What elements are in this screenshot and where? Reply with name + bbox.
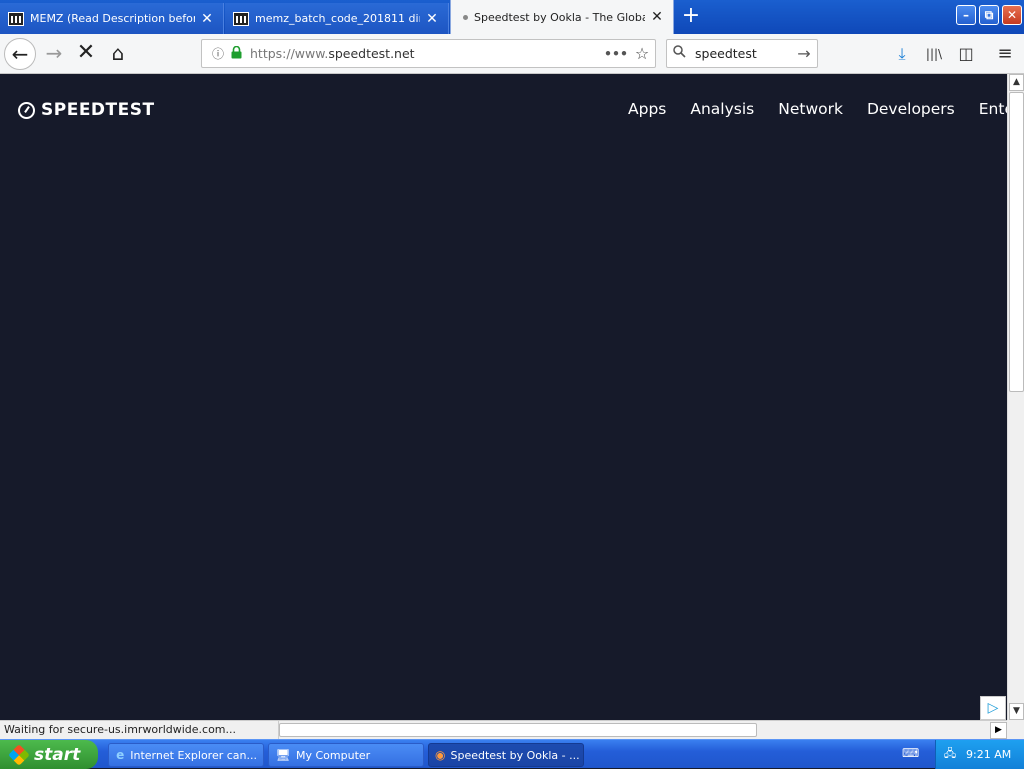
scroll-up-icon[interactable]: ▲ (1009, 74, 1024, 91)
tab-speedtest[interactable]: Speedtest by Ookla - The Global Br ✕ (450, 0, 674, 34)
tab-memz-description[interactable]: MEMZ (Read Description before d ✕ (0, 3, 224, 34)
close-tab-icon[interactable]: ✕ (649, 9, 665, 25)
sidebar-icon[interactable]: ◫ (952, 40, 980, 68)
browser-tab-strip: MEMZ (Read Description before d ✕ memz_b… (0, 0, 1024, 34)
logo-text: SPEEDTEST (41, 100, 155, 120)
search-icon (667, 45, 691, 62)
url-prefix: https://www. (250, 46, 329, 61)
minimize-button[interactable]: – (956, 5, 976, 25)
browser-navbar: ← → ✕ ⌂ ⓘ https://www.speedtest.net ••• … (0, 34, 1024, 74)
page-actions-icon[interactable]: ••• (603, 46, 629, 61)
stop-loading-button[interactable]: ✕ (70, 38, 102, 70)
nav-link-apps[interactable]: Apps (628, 100, 666, 118)
windows-taskbar: start e Internet Explorer can... 🖥 My Co… (0, 739, 1024, 769)
back-button[interactable]: ← (4, 38, 36, 70)
windows-logo-icon (8, 743, 30, 766)
url-domain: speedtest.net (328, 46, 415, 61)
nav-link-analysis[interactable]: Analysis (690, 100, 754, 118)
status-text: Waiting for secure-us.imrworldwide.com..… (0, 720, 279, 739)
tab-title: Speedtest by Ookla - The Global Br (474, 10, 645, 24)
lock-icon (228, 45, 244, 62)
clock[interactable]: 9:21 AM (966, 748, 1011, 761)
search-go-icon[interactable]: → (791, 44, 817, 63)
speedometer-icon (18, 101, 35, 119)
new-tab-button[interactable]: + (678, 4, 704, 30)
vertical-scrollbar[interactable]: ▲ ▼ (1007, 74, 1024, 720)
network-icon[interactable]: 🖧 (942, 745, 958, 764)
taskbar-button-my-computer[interactable]: 🖥 My Computer (268, 743, 424, 767)
nav-link-network[interactable]: Network (778, 100, 843, 118)
taskbar-button-speedtest[interactable]: ◉ Speedtest by Ookla - ... (428, 743, 584, 767)
close-tab-icon[interactable]: ✕ (424, 11, 440, 27)
h-scroll-thumb[interactable] (279, 723, 757, 737)
home-button[interactable]: ⌂ (102, 38, 134, 70)
library-icon (233, 11, 249, 26)
scroll-thumb[interactable] (1009, 92, 1024, 392)
page-content: SPEEDTEST Apps Analysis Network Develope… (0, 74, 1007, 720)
taskbar-button-label: Speedtest by Ookla - ... (450, 748, 580, 762)
search-icon-svg (672, 45, 686, 58)
close-window-button[interactable]: ✕ (1002, 5, 1022, 25)
taskbar-button-label: My Computer (296, 748, 371, 762)
horizontal-scrollbar[interactable]: ▶ (279, 720, 1007, 739)
url-bar[interactable]: ⓘ https://www.speedtest.net ••• ☆ (201, 39, 656, 68)
site-navigation: Apps Analysis Network Developers Enterpr… (628, 100, 1007, 118)
nav-link-developers[interactable]: Developers (867, 100, 955, 118)
search-input[interactable]: speedtest (691, 46, 791, 61)
loading-dot-icon (463, 14, 468, 20)
speedtest-logo[interactable]: SPEEDTEST (18, 100, 155, 120)
download-icon[interactable]: ⤓ (888, 40, 916, 68)
adchoices-icon[interactable]: ▷ (980, 696, 1006, 720)
ie-icon: e (116, 748, 125, 762)
computer-icon: 🖥 (275, 748, 291, 762)
tab-memz-batch-code[interactable]: memz_batch_code_201811 direct ✕ (225, 3, 449, 34)
system-tray: 🖧 9:21 AM (935, 740, 1024, 769)
tab-title: MEMZ (Read Description before d (30, 12, 195, 25)
restore-button[interactable]: ⧉ (979, 5, 999, 25)
keyboard-icon[interactable]: ⌨ (902, 746, 919, 762)
taskbar-button-ie[interactable]: e Internet Explorer can... (108, 743, 264, 767)
taskbar-button-label: Internet Explorer can... (130, 748, 257, 762)
firefox-icon: ◉ (435, 748, 446, 762)
bookmark-star-icon[interactable]: ☆ (629, 44, 655, 63)
nav-link-enterprise[interactable]: Enterprise (979, 100, 1007, 118)
url-text[interactable]: https://www.speedtest.net (250, 46, 603, 61)
forward-button[interactable]: → (38, 38, 70, 70)
start-button[interactable]: start (0, 740, 98, 769)
lock-icon-svg (231, 45, 241, 58)
scrollbar-corner (1007, 720, 1024, 739)
tab-title: memz_batch_code_201811 direct (255, 12, 420, 25)
site-info-icon[interactable]: ⓘ (208, 45, 228, 62)
library-icon[interactable]: |||\ (920, 40, 948, 68)
search-bar[interactable]: speedtest → (666, 39, 818, 68)
scroll-down-icon[interactable]: ▼ (1009, 703, 1024, 720)
start-label: start (34, 744, 81, 765)
close-tab-icon[interactable]: ✕ (199, 11, 215, 27)
scroll-right-icon[interactable]: ▶ (990, 722, 1007, 739)
library-icon (8, 11, 24, 26)
menu-icon[interactable]: ≡ (991, 40, 1019, 68)
